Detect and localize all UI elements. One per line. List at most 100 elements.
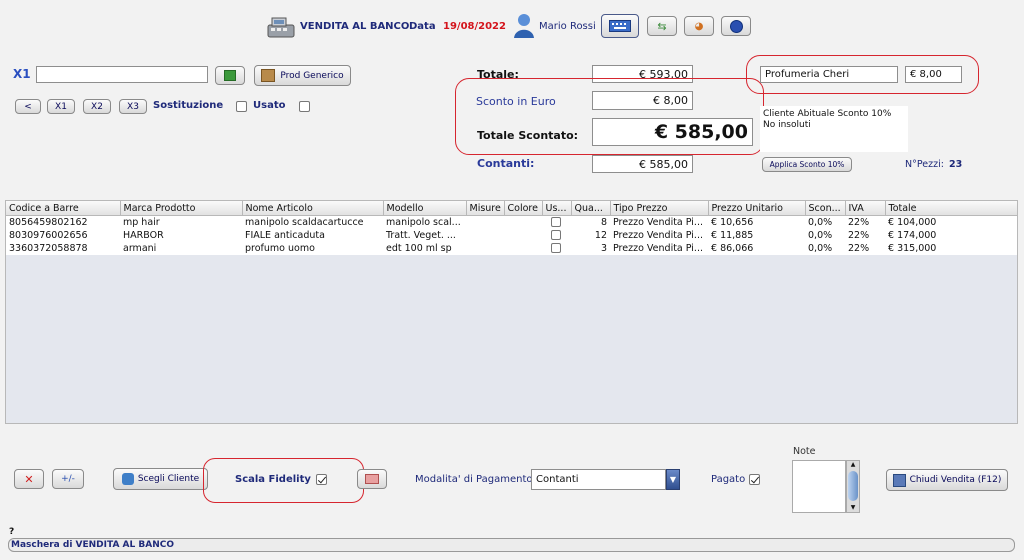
modalita-label: Modalita' di Pagamento <box>415 474 533 485</box>
cash-register-icon <box>266 15 296 39</box>
column-header[interactable]: Codice a Barre <box>6 201 121 216</box>
chiudi-vendita-button[interactable]: Chiudi Vendita (F12) <box>886 469 1008 491</box>
note-textarea[interactable] <box>792 460 846 513</box>
contanti-value[interactable]: € 585,00 <box>592 155 693 173</box>
scegli-cliente-label: Scegli Cliente <box>137 474 200 484</box>
pagato-checkbox[interactable] <box>749 474 760 485</box>
column-header[interactable]: Prezzo Unitario <box>708 201 806 216</box>
customer-note-line1: Cliente Abituale Sconto 10% <box>763 109 892 119</box>
date-label: Data <box>409 21 436 32</box>
x1-label: X1 <box>13 67 31 81</box>
scroll-up-icon[interactable]: ▲ <box>847 461 859 469</box>
fidelity-highlight <box>203 458 364 503</box>
page-title: VENDITA AL BANCO <box>300 21 410 32</box>
table-cell: € 174,000 <box>885 229 1017 242</box>
usato-row-checkbox-cell <box>542 242 571 255</box>
prod-generico-label: Prod Generico <box>280 70 344 81</box>
user-avatar-icon <box>513 13 535 39</box>
back-button[interactable]: < <box>15 99 41 114</box>
scrollbar-thumb[interactable] <box>848 471 858 501</box>
npezzi-label: N°Pezzi: <box>905 159 944 170</box>
payment-method-select[interactable]: Contanti <box>531 469 666 490</box>
fidelity-card-button[interactable] <box>357 469 387 489</box>
table-cell <box>504 242 542 255</box>
usato-checkbox[interactable] <box>299 101 310 112</box>
scegli-cliente-button[interactable]: Scegli Cliente <box>113 468 208 490</box>
column-header[interactable]: Colore <box>504 201 543 216</box>
delete-icon: ✕ <box>24 472 34 486</box>
table-cell <box>504 229 542 242</box>
table-cell: 22% <box>845 242 885 255</box>
table-cell: Prezzo Vendita Pi... <box>610 229 708 242</box>
payment-dropdown-arrow[interactable]: ▼ <box>666 469 680 490</box>
table-cell: 22% <box>845 215 885 229</box>
table-cell: Prezzo Vendita Pi... <box>610 215 708 229</box>
box-icon <box>261 69 276 82</box>
customer-highlight <box>746 55 979 94</box>
usato-row-checkbox[interactable] <box>551 243 561 253</box>
table-cell: 8 <box>571 215 610 229</box>
table-cell: profumo uomo <box>242 242 383 255</box>
usato-row-checkbox-cell <box>542 229 571 242</box>
table-row[interactable]: 8030976002656 HARBOR FIALE anticaduta Tr… <box>6 229 1017 242</box>
table-cell: 0,0% <box>805 215 845 229</box>
prod-generico-button[interactable]: Prod Generico <box>254 65 351 86</box>
table-cell: mp hair <box>120 215 242 229</box>
customer-icon <box>121 473 134 485</box>
status-text: Maschera di VENDITA AL BANCO <box>11 540 174 550</box>
column-header[interactable]: Totale <box>885 201 1017 216</box>
table-cell: 3360372058878 <box>6 242 120 255</box>
usato-label: Usato <box>253 100 286 111</box>
column-header[interactable]: Nome Articolo <box>242 201 384 216</box>
x2-button[interactable]: X2 <box>83 99 111 114</box>
chevron-down-icon: ▼ <box>669 475 677 484</box>
table-row[interactable]: 3360372058878 armani profumo uomo edt 10… <box>6 242 1017 255</box>
usato-row-checkbox-cell <box>542 215 571 229</box>
sostituzione-checkbox[interactable] <box>236 101 247 112</box>
note-label: Note <box>793 446 816 457</box>
pagato-label: Pagato <box>711 474 746 485</box>
npezzi-value: 23 <box>949 159 963 170</box>
column-header[interactable]: Tipo Prezzo <box>610 201 709 216</box>
table-cell: manipolo scal... <box>383 215 466 229</box>
add-product-icon <box>224 70 236 81</box>
table-row[interactable]: 8056459802162 mp hair manipolo scaldacar… <box>6 215 1017 229</box>
plus-minus-button[interactable]: +/- <box>52 469 84 489</box>
palette-icon: ◕ <box>694 20 704 32</box>
table-cell: € 86,066 <box>708 242 805 255</box>
column-header[interactable]: Modello <box>383 201 467 216</box>
table-cell: 8030976002656 <box>6 229 120 242</box>
exchange-button[interactable]: ⇆ <box>647 16 677 36</box>
keyboard-icon <box>609 20 631 32</box>
usato-row-checkbox[interactable] <box>551 230 561 240</box>
customer-note-line2: No insoluti <box>763 120 811 130</box>
add-product-button[interactable] <box>215 66 245 85</box>
table-cell: 22% <box>845 229 885 242</box>
table-cell <box>466 215 504 229</box>
note-scrollbar[interactable]: ▲ ▼ <box>846 460 860 513</box>
barcode-input[interactable] <box>36 66 208 83</box>
keyboard-button[interactable] <box>601 14 639 38</box>
column-header[interactable]: Qua... <box>571 201 611 216</box>
table-cell: € 10,656 <box>708 215 805 229</box>
column-header[interactable]: IVA <box>845 201 886 216</box>
delete-row-button[interactable]: ✕ <box>14 469 44 489</box>
x1-button[interactable]: X1 <box>47 99 75 114</box>
totals-highlight <box>455 78 764 155</box>
column-header[interactable]: Us... <box>542 201 572 216</box>
scroll-down-icon[interactable]: ▼ <box>847 504 859 512</box>
x3-button[interactable]: X3 <box>119 99 147 114</box>
power-button[interactable] <box>721 16 751 36</box>
close-sale-icon <box>892 473 906 487</box>
card-icon <box>365 474 379 484</box>
table-cell <box>504 215 542 229</box>
table-cell: 8056459802162 <box>6 215 120 229</box>
usato-row-checkbox[interactable] <box>551 217 561 227</box>
palette-button[interactable]: ◕ <box>684 16 714 36</box>
applica-sconto-button[interactable]: Applica Sconto 10% <box>762 157 852 172</box>
column-header[interactable]: Scon... <box>805 201 846 216</box>
column-header[interactable]: Marca Prodotto <box>120 201 243 216</box>
column-header[interactable]: Misure <box>466 201 505 216</box>
table-cell: 0,0% <box>805 242 845 255</box>
table-cell: FIALE anticaduta <box>242 229 383 242</box>
